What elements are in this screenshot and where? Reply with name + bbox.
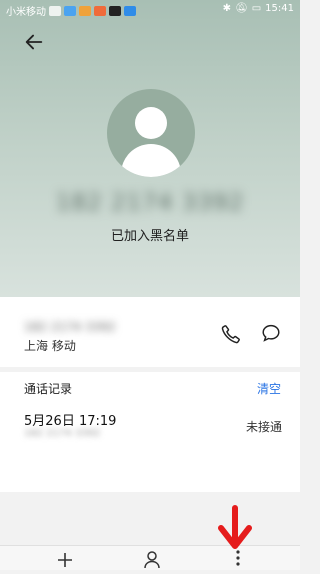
status-time: 15:41 bbox=[265, 3, 294, 14]
call-button[interactable] bbox=[220, 323, 242, 345]
contact-number-small[interactable]: 182 2174 3392 bbox=[24, 320, 116, 334]
avatar-head bbox=[135, 107, 167, 139]
silent-icon: 🔕︎ bbox=[235, 3, 248, 14]
clear-records-button[interactable]: 清空 bbox=[257, 380, 281, 397]
message-button[interactable] bbox=[260, 322, 282, 344]
status-right: ✱ 🔕︎ ▭ 15:41 bbox=[223, 3, 294, 14]
back-button[interactable] bbox=[20, 28, 48, 56]
number-location: 上海 移动 bbox=[24, 339, 76, 353]
call-record-number: 182 2174 3392 bbox=[24, 428, 101, 439]
call-record-result: 未接通 bbox=[246, 420, 283, 434]
add-contact-button[interactable] bbox=[55, 550, 75, 570]
status-bar: 小米移动 ✱ 🔕︎ ▭ 15:41 bbox=[0, 0, 300, 20]
app-notification-icon bbox=[94, 5, 106, 16]
app-notification-icon bbox=[79, 5, 91, 16]
blacklist-status: 已加入黑名单 bbox=[110, 229, 189, 244]
plus-icon bbox=[58, 553, 72, 567]
person-icon bbox=[144, 551, 160, 569]
bluetooth-icon: ✱ bbox=[222, 3, 232, 14]
battery-icon: ▭ bbox=[251, 3, 262, 14]
carrier-label: 小米移动 bbox=[6, 7, 46, 18]
call-records-title: 通话记录 bbox=[24, 382, 73, 396]
back-arrow-icon bbox=[25, 34, 43, 50]
annotation-arrow bbox=[218, 505, 252, 549]
red-down-arrow-icon bbox=[211, 504, 259, 552]
contact-button[interactable] bbox=[142, 549, 162, 569]
wifi-icon bbox=[49, 5, 61, 16]
status-left: 小米移动 bbox=[6, 3, 136, 18]
contact-phone-number: 182 2174 3392 bbox=[55, 190, 245, 216]
app-notification-icon bbox=[124, 5, 136, 16]
avatar-body bbox=[121, 144, 181, 177]
app-notification-icon bbox=[64, 5, 76, 16]
phone-icon bbox=[221, 325, 240, 344]
default-avatar-icon bbox=[107, 89, 195, 177]
tiktok-icon bbox=[109, 5, 121, 16]
message-icon bbox=[262, 324, 280, 342]
call-record-date[interactable]: 5月26日 17:19 bbox=[24, 410, 116, 429]
